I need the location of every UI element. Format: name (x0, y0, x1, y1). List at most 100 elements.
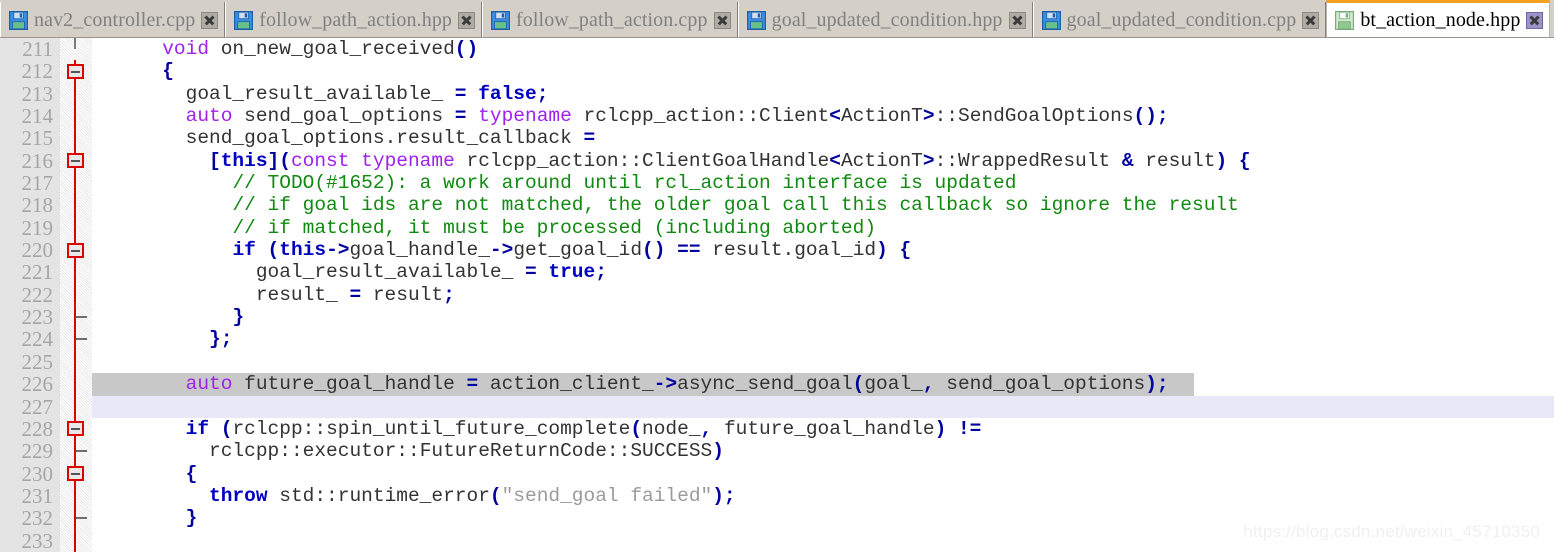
code-text[interactable]: if (this->goal_handle_->get_goal_id() ==… (92, 239, 1554, 261)
code-line[interactable]: 227 (0, 395, 1554, 418)
code-line[interactable]: 230 { (0, 462, 1554, 485)
code-text[interactable]: } (92, 306, 1554, 328)
scope-line (74, 261, 76, 284)
tab-close-icon[interactable] (201, 11, 219, 29)
code-text[interactable]: result_ = result; (92, 284, 1554, 306)
tab-label: bt_action_node.hpp (1360, 9, 1521, 31)
code-text[interactable]: // if matched, it must be processed (inc… (92, 217, 1554, 239)
fold-margin[interactable] (60, 105, 92, 128)
code-line[interactable]: 212 { (0, 60, 1554, 83)
code-line[interactable]: 231 throw std::runtime_error("send_goal … (0, 485, 1554, 507)
fold-margin[interactable] (60, 395, 92, 418)
code-line[interactable]: 228 if (rclcpp::spin_until_future_comple… (0, 417, 1554, 441)
code-editor-window: nav2_controller.cpp follow_path_action.hp… (0, 0, 1554, 552)
fold-margin[interactable] (60, 462, 92, 485)
fold-toggle-icon[interactable] (67, 421, 84, 437)
line-number: 233 (0, 529, 60, 552)
code-text[interactable]: send_goal_options.result_callback = (92, 127, 1554, 149)
editor-tab-goal-updated-condition-hpp[interactable]: goal_updated_condition.hpp (737, 2, 1033, 37)
code-text[interactable]: rclcpp::executor::FutureReturnCode::SUCC… (92, 440, 1554, 462)
scope-line (74, 484, 76, 508)
code-text[interactable]: if (rclcpp::spin_until_future_complete(n… (92, 418, 1554, 440)
code-text[interactable] (92, 351, 1554, 373)
code-line[interactable]: 220 if (this->goal_handle_->get_goal_id(… (0, 239, 1554, 261)
code-line[interactable]: 225 (0, 350, 1554, 374)
code-line[interactable]: 213 goal_result_available_ = false; (0, 82, 1554, 106)
code-line[interactable]: 214 auto send_goal_options = typename rc… (0, 105, 1554, 127)
code-text[interactable]: goal_result_available_ = true; (92, 261, 1554, 283)
code-editor-pane[interactable]: 211 void on_new_goal_received() 212 {213 … (0, 38, 1554, 552)
code-line[interactable]: 226 auto future_goal_handle = action_cli… (0, 373, 1554, 396)
code-text[interactable]: auto send_goal_options = typename rclcpp… (92, 105, 1554, 127)
fold-toggle-icon[interactable] (67, 63, 84, 79)
floppy-save-icon (9, 10, 28, 30)
fold-margin[interactable] (60, 484, 92, 508)
editor-tab-bt-action-node-hpp[interactable]: bt_action_node.hpp (1326, 0, 1551, 37)
line-number: 226 (0, 373, 60, 396)
code-text[interactable] (92, 396, 1554, 418)
fold-margin[interactable] (60, 283, 92, 307)
fold-margin[interactable] (60, 149, 92, 173)
code-text[interactable]: }; (92, 328, 1554, 350)
code-line[interactable]: 223 } (0, 306, 1554, 328)
fold-margin[interactable] (60, 440, 92, 463)
code-text[interactable]: // TODO(#1652): a work around until rcl_… (92, 172, 1554, 194)
fold-margin[interactable] (60, 417, 92, 441)
code-text[interactable]: void on_new_goal_received() (92, 38, 1554, 60)
editor-tab-follow-path-action-cpp[interactable]: follow_path_action.cpp (482, 2, 738, 37)
fold-margin[interactable] (60, 127, 92, 150)
code-text[interactable]: goal_result_available_ = false; (92, 83, 1554, 105)
line-number: 217 (0, 172, 60, 194)
fold-margin[interactable] (60, 306, 92, 329)
code-text[interactable]: throw std::runtime_error("send_goal fail… (92, 485, 1554, 507)
tab-close-icon[interactable] (713, 11, 731, 29)
code-line[interactable]: 217 // TODO(#1652): a work around until … (0, 172, 1554, 194)
floppy-save-icon (1041, 10, 1061, 30)
tab-close-icon[interactable] (458, 11, 476, 29)
scope-line (74, 395, 76, 418)
fold-toggle-icon[interactable] (67, 466, 84, 482)
fold-margin[interactable] (60, 194, 92, 217)
tab-close-icon[interactable] (1302, 11, 1320, 29)
fold-margin[interactable] (60, 38, 92, 61)
fold-toggle-icon[interactable] (67, 153, 84, 169)
fold-margin[interactable] (60, 507, 92, 530)
code-line[interactable]: 229 rclcpp::executor::FutureReturnCode::… (0, 440, 1554, 463)
fold-margin[interactable] (60, 216, 92, 240)
code-text[interactable]: { (92, 463, 1554, 485)
tab-close-icon[interactable] (1008, 11, 1026, 29)
fold-margin[interactable] (60, 328, 92, 351)
code-text[interactable]: { (92, 60, 1554, 82)
tab-label: goal_updated_condition.hpp (771, 8, 1003, 31)
scope-line (74, 350, 76, 374)
code-line[interactable]: 221 goal_result_available_ = true; (0, 261, 1554, 284)
fold-margin[interactable] (60, 261, 92, 284)
fold-margin[interactable] (60, 239, 92, 262)
tab-close-icon[interactable] (1526, 12, 1544, 29)
line-number: 224 (0, 328, 60, 351)
fold-margin[interactable] (60, 82, 92, 106)
editor-tab-follow-path-action-hpp[interactable]: follow_path_action.hpp (225, 2, 483, 37)
editor-tab-nav2-controller-cpp[interactable]: nav2_controller.cpp (0, 2, 226, 37)
fold-margin[interactable] (60, 529, 92, 552)
code-line[interactable]: 219 // if matched, it must be processed … (0, 216, 1554, 240)
fold-end-marker-icon (76, 338, 87, 341)
code-line[interactable]: 216 [this](const typename rclcpp_action:… (0, 149, 1554, 173)
code-text[interactable]: // if goal ids are not matched, the olde… (92, 194, 1554, 216)
line-number: 232 (0, 507, 60, 530)
editor-tab-goal-updated-condition-cpp[interactable]: goal_updated_condition.cpp (1032, 2, 1327, 37)
code-line[interactable]: 211 void on_new_goal_received() (0, 38, 1554, 60)
code-line[interactable]: 224 }; (0, 328, 1554, 351)
code-text[interactable]: auto future_goal_handle = action_client_… (92, 373, 1554, 396)
fold-margin[interactable] (60, 60, 92, 83)
fold-margin[interactable] (60, 373, 92, 396)
code-text[interactable]: [this](const typename rclcpp_action::Cli… (92, 150, 1554, 172)
fold-margin[interactable] (60, 350, 92, 374)
code-line[interactable]: 222 result_ = result; (0, 283, 1554, 307)
scope-line (74, 283, 76, 307)
fold-toggle-icon[interactable] (67, 242, 84, 258)
code-line[interactable]: 215 send_goal_options.result_callback = (0, 127, 1554, 150)
floppy-save-icon (491, 10, 511, 30)
fold-margin[interactable] (60, 172, 92, 195)
code-line[interactable]: 218 // if goal ids are not matched, the … (0, 194, 1554, 217)
